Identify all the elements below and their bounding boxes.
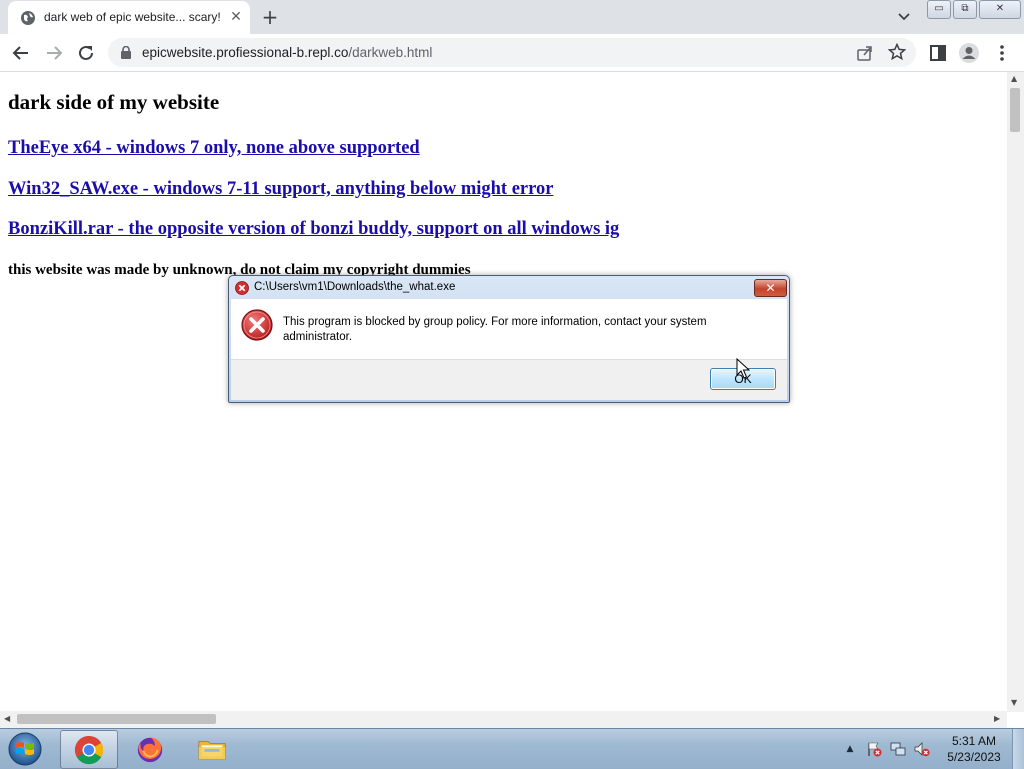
scroll-up-icon[interactable]: ▲ — [1011, 74, 1017, 84]
browser-tab[interactable]: dark web of epic website... scary! ✕ — [8, 1, 250, 34]
lock-icon[interactable] — [120, 46, 132, 59]
clock-date: 5/23/2023 — [947, 750, 1001, 764]
folder-icon — [198, 741, 226, 760]
globe-icon — [21, 11, 35, 25]
show-desktop-button[interactable] — [1012, 729, 1024, 769]
link-bonzikill[interactable]: BonziKill.rar - the opposite version of … — [8, 219, 619, 240]
taskbar: ▲ 5:31 AM 5/23/2023 — [0, 728, 1024, 769]
restore-button[interactable]: ⧉ — [953, 0, 977, 19]
chevron-down-icon[interactable] — [894, 6, 914, 26]
volume-muted-icon[interactable] — [914, 741, 930, 757]
tray-expand-icon[interactable]: ▲ — [842, 741, 858, 757]
forward-arrow-icon[interactable] — [43, 42, 65, 64]
bookmark-star-icon[interactable] — [888, 43, 906, 61]
link-win32-saw[interactable]: Win32_SAW.exe - windows 7-11 support, an… — [8, 179, 553, 200]
tab-strip: dark web of epic website... scary! ✕ + ▭… — [0, 0, 1024, 34]
taskbar-explorer[interactable] — [184, 730, 240, 767]
tab-close-icon[interactable]: ✕ — [228, 9, 244, 25]
horizontal-scrollbar[interactable]: ◀ ▶ — [0, 711, 1007, 728]
address-bar[interactable]: epicwebsite.profiessional-b.repl.co/dark… — [108, 38, 916, 67]
dialog-body: This program is blocked by group policy.… — [231, 299, 787, 359]
taskbar-chrome[interactable] — [60, 730, 118, 769]
taskbar-firefox[interactable] — [122, 730, 178, 767]
window-close-button[interactable]: ✕ — [979, 0, 1021, 19]
scroll-right-icon[interactable]: ▶ — [994, 714, 1000, 724]
new-tab-button[interactable]: + — [258, 5, 282, 29]
network-icon[interactable] — [890, 741, 906, 757]
share-icon[interactable] — [856, 44, 874, 62]
url-path: /darkweb.html — [348, 45, 433, 60]
mouse-cursor-icon — [736, 358, 751, 379]
taskbar-clock[interactable]: 5:31 AM 5/23/2023 — [940, 733, 1008, 765]
profile-avatar-icon[interactable] — [958, 42, 980, 64]
reload-icon[interactable] — [75, 42, 97, 64]
windows-start-icon[interactable] — [6, 731, 44, 767]
side-panel-icon[interactable] — [927, 42, 949, 64]
error-icon — [235, 281, 249, 295]
link-theeye[interactable]: TheEye x64 - windows 7 only, none above … — [8, 138, 420, 159]
error-icon — [241, 309, 273, 341]
chrome-icon — [74, 735, 104, 765]
tab-title: dark web of epic website... scary! — [44, 10, 221, 24]
kebab-menu-icon[interactable] — [991, 42, 1013, 64]
clock-time: 5:31 AM — [951, 734, 997, 748]
vertical-scrollbar[interactable]: ▲ ▼ — [1007, 72, 1024, 712]
vertical-scroll-thumb[interactable] — [1010, 88, 1020, 132]
minimize-button[interactable]: ▭ — [927, 0, 951, 19]
scroll-down-icon[interactable]: ▼ — [1011, 698, 1017, 708]
error-dialog: C:\Users\vm1\Downloads\the_what.exe ✕ Th… — [228, 275, 790, 403]
url-text[interactable]: epicwebsite.profiessional-b.repl.co/dark… — [142, 45, 432, 60]
page-heading: dark side of my website — [8, 90, 220, 114]
back-arrow-icon[interactable] — [10, 42, 32, 64]
action-center-flag-icon[interactable] — [866, 741, 882, 757]
dialog-title: C:\Users\vm1\Downloads\the_what.exe — [254, 281, 456, 293]
horizontal-scroll-thumb[interactable] — [17, 714, 216, 724]
browser-toolbar: epicwebsite.profiessional-b.repl.co/dark… — [0, 34, 1024, 72]
dialog-close-button[interactable]: ✕ — [754, 279, 787, 297]
dialog-footer: OK — [231, 359, 787, 400]
firefox-icon — [137, 737, 163, 763]
url-host: epicwebsite.profiessional-b.repl.co — [142, 45, 349, 60]
dialog-message: This program is blocked by group policy.… — [283, 316, 707, 343]
scroll-left-icon[interactable]: ◀ — [4, 714, 10, 724]
